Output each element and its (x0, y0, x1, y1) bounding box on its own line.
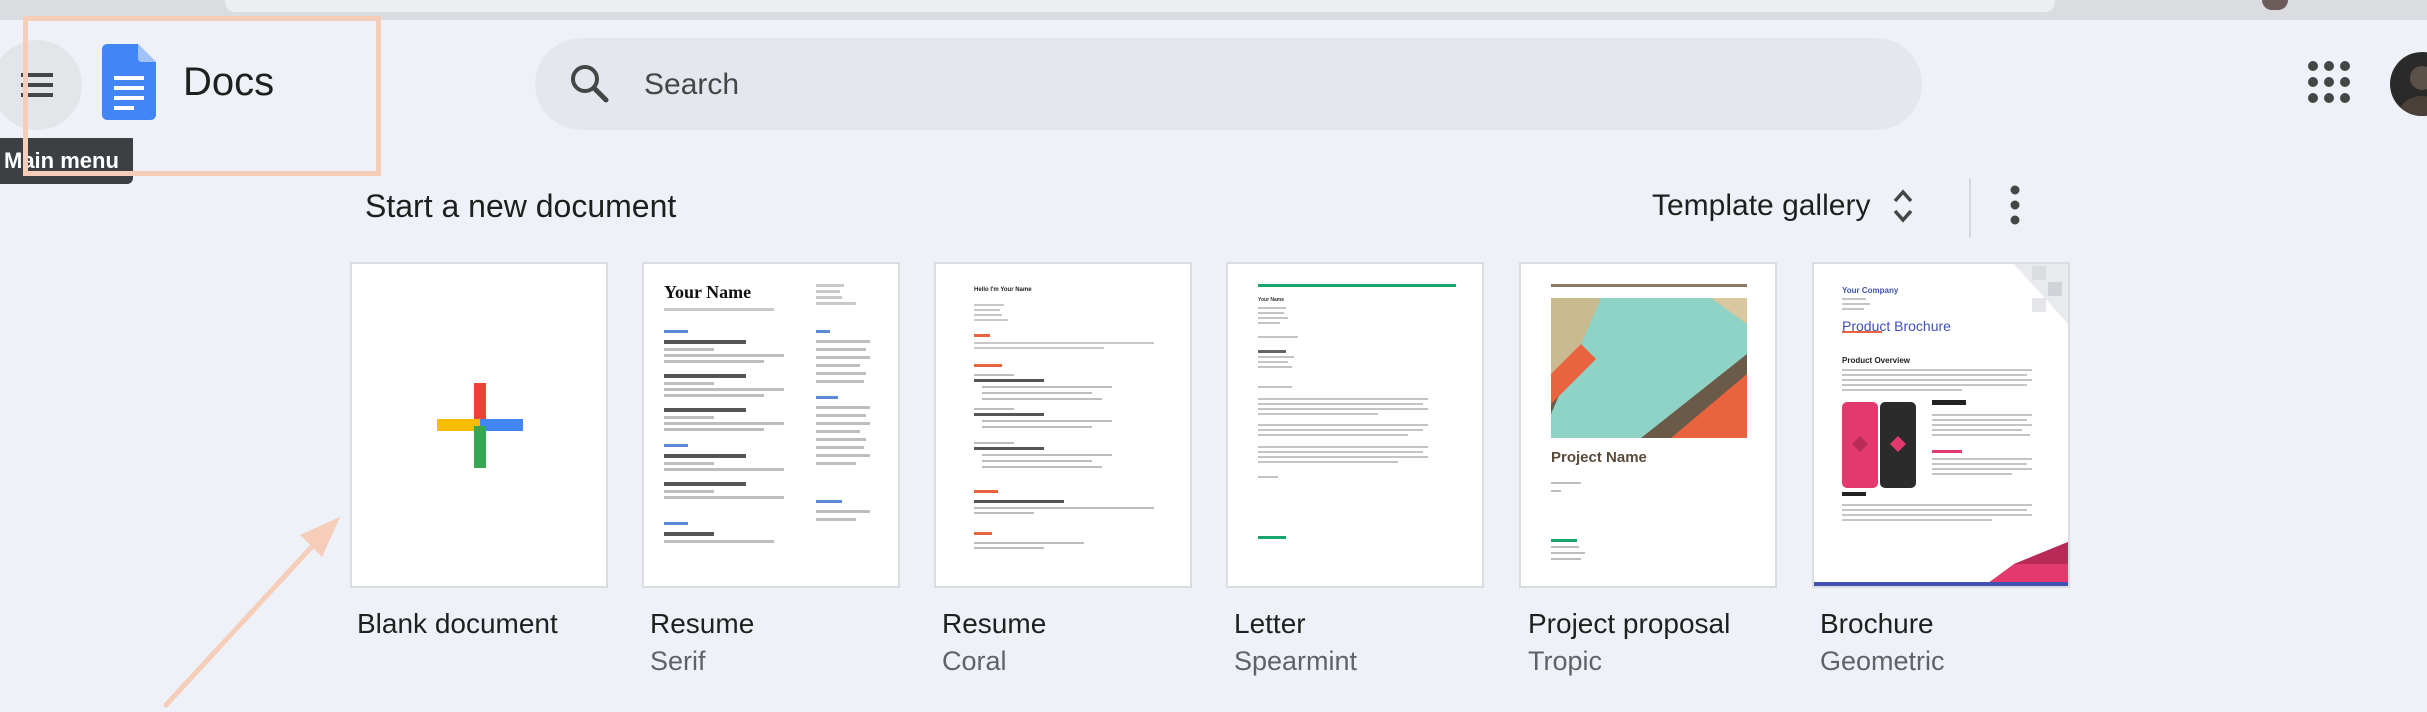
template-card-blank[interactable] (350, 262, 608, 588)
browser-chrome-strip (0, 0, 2427, 20)
template-card-resume-serif[interactable]: Your Name (642, 262, 900, 588)
resume-coral-preview (974, 304, 1154, 549)
browser-address-pill (225, 0, 2055, 12)
template-subtitle: Spearmint (1234, 646, 1358, 676)
resume-serif-preview (664, 284, 870, 543)
template-card-letter-spearmint[interactable]: Your Name (1226, 262, 1484, 588)
avatar-image (2400, 66, 2427, 116)
preview-heading: Product Brochure (1842, 318, 1951, 334)
account-avatar[interactable] (2390, 52, 2427, 116)
plus-icon (437, 383, 523, 468)
app-title[interactable]: Docs (183, 60, 274, 105)
template-gallery-label: Template gallery (1652, 189, 1871, 222)
template-card-brochure[interactable]: Your Company Product Brochure Product Ov… (1812, 262, 2070, 588)
main-menu-tooltip: Main menu (0, 138, 133, 184)
template-title[interactable]: Resume (650, 608, 754, 640)
unfold-icon (1894, 189, 1913, 223)
hamburger-icon (21, 73, 53, 97)
template-title[interactable]: Brochure (1820, 608, 1934, 640)
template-subtitle: Coral (942, 646, 1007, 676)
annotation-arrow (163, 517, 340, 708)
template-title[interactable]: Resume (942, 608, 1046, 640)
section-title: Start a new document (365, 188, 677, 224)
toolbar-divider (1969, 178, 1971, 238)
google-apps-icon[interactable] (2305, 58, 2353, 106)
template-subtitle: Tropic (1528, 646, 1603, 676)
browser-extension-avatar (2262, 0, 2288, 10)
search-icon[interactable] (568, 62, 612, 106)
template-card-resume-coral[interactable]: Hello I'm Your Name (934, 262, 1192, 588)
template-subtitle: Geometric (1820, 646, 1945, 676)
template-subtitle: Serif (650, 646, 706, 676)
brochure-geometric-preview (1814, 264, 2068, 586)
template-gallery-button[interactable]: Template gallery (1652, 178, 1914, 234)
template-card-project-proposal[interactable]: Project Name (1519, 262, 1777, 588)
search-input[interactable] (642, 62, 1846, 108)
preview-company: Your Company (1842, 286, 1899, 295)
letter-spearmint-preview (1258, 284, 1456, 539)
docs-logo-icon[interactable] (102, 44, 156, 120)
main-menu-button[interactable] (0, 40, 82, 130)
template-title[interactable]: Project proposal (1528, 608, 1730, 640)
template-title[interactable]: Blank document (357, 608, 558, 640)
template-title[interactable]: Letter (1234, 608, 1306, 640)
preview-section: Product Overview (1842, 356, 1911, 365)
preview-heading: Project Name (1551, 449, 1647, 466)
more-options-icon[interactable] (1990, 180, 2040, 230)
tropic-artwork (1551, 284, 1747, 560)
